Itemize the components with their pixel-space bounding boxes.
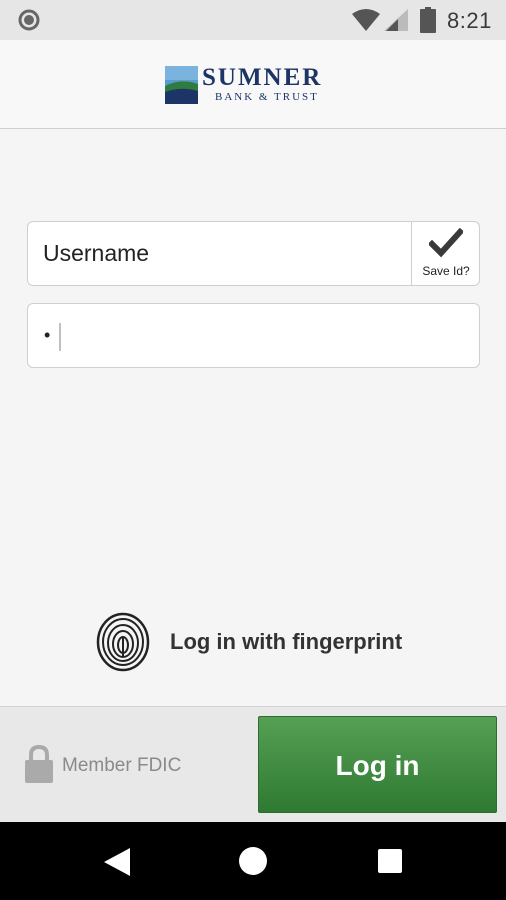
login-button-label: Log in xyxy=(335,750,420,781)
password-mask: • xyxy=(44,325,51,345)
save-id-label: Save Id? xyxy=(422,264,470,278)
save-id-toggle[interactable]: Save Id? xyxy=(411,222,479,285)
member-fdic-label: Member FDIC xyxy=(62,755,182,776)
notification-dot-icon xyxy=(18,9,40,31)
recents-icon[interactable] xyxy=(378,849,402,873)
username-field-group: Save Id? xyxy=(27,221,480,286)
fingerprint-label: Log in with fingerprint xyxy=(170,629,403,654)
logo-mark-icon xyxy=(165,66,198,104)
text-cursor xyxy=(59,323,61,351)
checkmark-icon xyxy=(429,228,463,258)
logo-name: SUMNER xyxy=(202,64,323,91)
logo-subtitle: BANK & TRUST xyxy=(215,91,319,103)
signal-icon xyxy=(384,9,408,31)
password-input[interactable]: • xyxy=(27,303,480,368)
username-input[interactable] xyxy=(28,222,411,285)
fingerprint-login-button[interactable]: Log in with fingerprint xyxy=(95,612,425,672)
fingerprint-icon xyxy=(96,612,150,672)
login-button[interactable]: Log in xyxy=(258,716,497,813)
app-header: SUMNER BANK & TRUST xyxy=(0,40,506,129)
system-navigation-bar xyxy=(0,822,506,900)
battery-icon xyxy=(420,7,436,33)
status-bar: 8:21 xyxy=(0,0,506,40)
wifi-icon xyxy=(352,9,380,31)
back-icon[interactable] xyxy=(104,848,130,876)
lock-icon xyxy=(25,745,53,783)
footer-bar: Member FDIC Log in xyxy=(0,706,506,822)
login-form: Save Id? • Log in with fingerprint xyxy=(0,130,506,706)
home-icon[interactable] xyxy=(239,847,267,875)
bank-logo: SUMNER BANK & TRUST xyxy=(165,64,345,106)
status-time: 8:21 xyxy=(447,8,492,33)
